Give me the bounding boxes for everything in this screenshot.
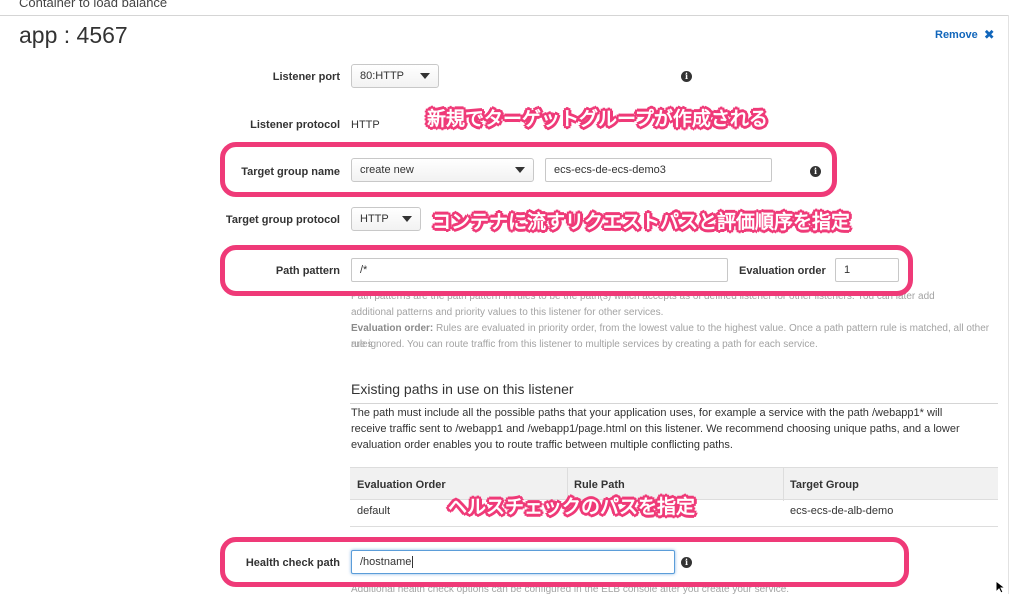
listener-protocol-label: Listener protocol <box>250 119 340 131</box>
annotation-target-group: 新規でターゲットグループが作成される <box>427 109 768 130</box>
existing-paths-divider <box>350 403 998 404</box>
existing-paths-desc-3: evaluation order enables you to route tr… <box>351 439 733 451</box>
chevron-down-icon <box>420 73 430 79</box>
evaluation-help-bold: Evaluation order: <box>351 323 434 334</box>
target-group-protocol-label: Target group protocol <box>225 214 340 226</box>
table-bottom-border <box>350 526 998 527</box>
column-header-target-group[interactable]: Target Group <box>783 468 998 501</box>
stage: Container to load balance app : 4567 Rem… <box>0 0 1024 594</box>
container-title: app : 4567 <box>19 22 128 48</box>
path-pattern-highlight <box>220 245 913 296</box>
health-check-highlight <box>220 537 909 587</box>
panel-top-border <box>0 15 1009 16</box>
close-icon: ✖ <box>983 27 995 42</box>
chevron-down-icon <box>402 216 412 222</box>
target-group-protocol-value: HTTP <box>360 213 389 225</box>
annotation-health: ヘルスチェックのパスを指定 <box>448 497 696 518</box>
existing-paths-heading: Existing paths in use on this listener <box>351 381 574 397</box>
section-caption: Container to load balance <box>19 0 168 10</box>
path-help-line-2: additional patterns and priority values … <box>351 307 664 318</box>
table-cell-order: default <box>357 505 391 517</box>
existing-paths-desc-1: The path must include all the possible p… <box>351 407 943 419</box>
target-group-protocol-select[interactable]: HTTP <box>351 207 421 231</box>
existing-paths-desc-2: receive traffic sent to /webapp1 and /we… <box>351 423 960 435</box>
info-icon[interactable]: i <box>681 71 692 82</box>
target-group-highlight <box>220 142 837 197</box>
remove-label: Remove <box>935 29 978 41</box>
listener-port-value: 80:HTTP <box>360 70 405 82</box>
remove-button[interactable]: Remove ✖ <box>935 27 995 43</box>
listener-port-select[interactable]: 80:HTTP <box>351 64 439 88</box>
evaluation-help-line-2: are ignored. You can route traffic from … <box>351 339 818 350</box>
mouse-cursor-icon <box>995 580 1007 594</box>
listener-protocol-value: HTTP <box>351 119 380 131</box>
table-cell-group: ecs-ecs-de-alb-demo <box>790 505 894 517</box>
listener-port-label: Listener port <box>272 71 340 83</box>
annotation-path: コンテナに流すリクエストパスと評価順序を指定 <box>432 212 851 233</box>
